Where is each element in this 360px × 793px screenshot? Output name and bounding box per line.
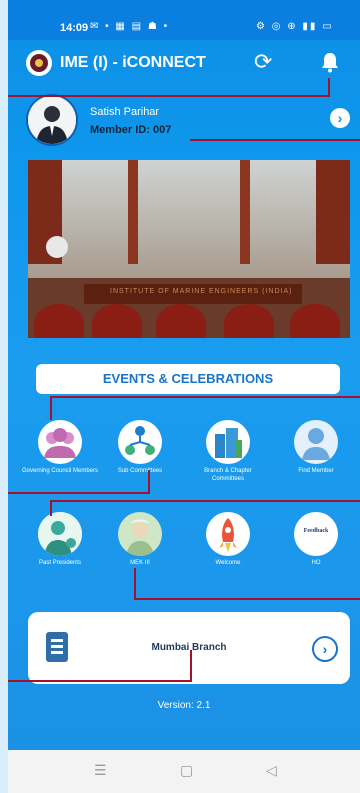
banner-table-text: INSTITUTE OF MARINE ENGINEERS (INDIA) — [110, 288, 293, 295]
app-title: IME (I) - iCONNECT — [60, 54, 206, 71]
home-icon[interactable]: ▢ — [180, 762, 193, 779]
grid-label: Find Member — [298, 468, 334, 474]
president-icon — [38, 512, 82, 556]
status-time: 14:09 — [60, 22, 89, 34]
grid-label: Branch & Chapter Committees — [204, 468, 252, 482]
callout-line — [134, 598, 360, 600]
page-background — [0, 0, 8, 793]
grid-label: Welcome — [215, 560, 241, 566]
app-bar: IME (I) - iCONNECT ⟳ — [8, 42, 360, 86]
person-search-icon — [294, 420, 338, 464]
branch-card[interactable]: Mumbai Branch › — [28, 612, 350, 684]
bell-icon[interactable] — [318, 50, 342, 74]
building-icon — [206, 420, 250, 464]
sub-committees-item[interactable]: Sub Committees — [100, 420, 180, 475]
profile-name: Satish Parihar — [90, 106, 160, 118]
grid-label: Governing Council Members — [21, 468, 99, 474]
callout-line — [134, 568, 136, 600]
status-bar: 14:09 ✉ • ▦ ▤ ☗ • ⚙ ◎ ⊕ ▮▮ ▭ — [8, 0, 360, 40]
org-network-icon — [118, 420, 162, 464]
profile-chevron-icon[interactable]: › — [330, 108, 350, 128]
chevron-right-icon[interactable]: › — [312, 636, 338, 662]
find-member-item[interactable]: Find Member — [276, 420, 356, 475]
seal-icon — [46, 236, 68, 258]
rocket-icon — [206, 512, 250, 556]
callout-line — [190, 139, 360, 141]
callout-line — [50, 396, 360, 398]
callout-line — [148, 470, 150, 494]
avatar — [26, 94, 78, 146]
callout-line — [190, 650, 192, 682]
branch-chapter-item[interactable]: Branch & Chapter Committees — [188, 420, 268, 483]
grid-label: HO — [311, 560, 321, 566]
branch-name: Mumbai Branch — [151, 642, 227, 653]
refresh-icon[interactable]: ⟳ — [254, 50, 272, 74]
callout-line — [50, 500, 52, 516]
hall-banner-image: INSTITUTE OF MARINE ENGINEERS (INDIA) — [28, 160, 350, 338]
callout-line — [328, 78, 330, 97]
group-people-icon — [38, 420, 82, 464]
mek-icon — [118, 512, 162, 556]
callout-line — [8, 492, 150, 494]
member-id: Member ID: 007 — [90, 124, 172, 136]
governing-council-item[interactable]: Governing Council Members — [20, 420, 100, 475]
menu-icon[interactable]: ☰ — [94, 762, 107, 779]
section-title: EVENTS & CELEBRATIONS — [102, 371, 274, 386]
callout-line — [8, 680, 192, 682]
grid-label: Sub Committees — [117, 468, 163, 474]
status-system-icons: ⚙ ◎ ⊕ ▮▮ ▭ — [256, 21, 334, 32]
ime-logo-icon — [26, 50, 52, 76]
app-screen: 14:09 ✉ • ▦ ▤ ☗ • ⚙ ◎ ⊕ ▮▮ ▭ IME (I) - i… — [8, 0, 360, 793]
callout-line — [50, 500, 360, 502]
welcome-item[interactable]: Welcome — [188, 512, 268, 567]
callout-line — [8, 95, 330, 97]
feedback-badge-text: Feedback — [303, 528, 329, 534]
status-notification-icons: ✉ • ▦ ▤ ☗ • — [90, 21, 170, 32]
back-icon[interactable]: ◁ — [266, 762, 277, 779]
feedback-item[interactable]: Feedback HO — [276, 512, 356, 567]
mek-item[interactable]: MEK III — [100, 512, 180, 567]
events-celebrations-button[interactable]: EVENTS & CELEBRATIONS — [36, 364, 340, 394]
grid-label: MEK III — [130, 560, 150, 566]
profile-row[interactable]: Satish Parihar Member ID: 007 › — [8, 92, 360, 152]
feedback-icon: Feedback — [294, 512, 338, 556]
past-presidents-item[interactable]: Past Presidents — [20, 512, 100, 567]
callout-line — [50, 396, 52, 420]
grid-label: Past Presidents — [38, 560, 82, 566]
android-nav-bar: ☰ ▢ ◁ — [8, 750, 360, 793]
app-version: Version: 2.1 — [157, 700, 211, 711]
